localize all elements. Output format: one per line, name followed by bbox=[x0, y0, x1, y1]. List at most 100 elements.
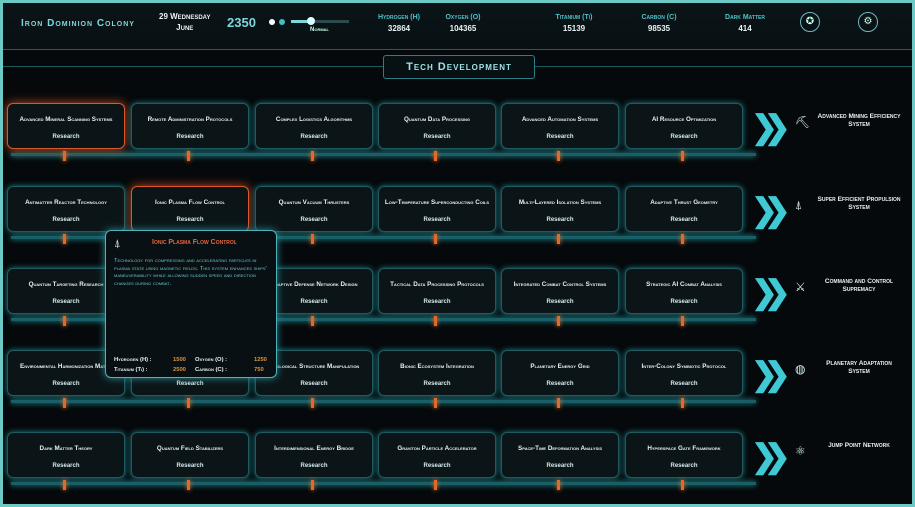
sword-icon: ⚔ bbox=[795, 280, 806, 294]
tech-card[interactable]: Hyperspace Gate Framework Research bbox=[625, 432, 743, 478]
research-button[interactable]: Research bbox=[530, 132, 590, 142]
tech-card[interactable]: Advanced Mineral Scanning Systems Researc… bbox=[7, 103, 125, 149]
goal-name: Super Efficient Propulsion System bbox=[817, 196, 901, 211]
tech-name: Bionic Ecosystem Integration bbox=[400, 363, 474, 370]
tech-card[interactable]: Strategic AI Combat Analysis Research bbox=[625, 268, 743, 314]
tech-name: Strategic AI Combat Analysis bbox=[646, 281, 722, 288]
research-button[interactable]: Research bbox=[160, 132, 220, 142]
research-button[interactable]: Research bbox=[407, 461, 467, 471]
resource-carbon: Carbon (C) 98535 bbox=[619, 14, 699, 33]
play-toggle[interactable] bbox=[279, 19, 285, 25]
tech-name: Adaptive Thrust Geometry bbox=[650, 199, 718, 206]
progress-marker bbox=[557, 234, 560, 244]
tech-name: Complex Logistics Algorithms bbox=[275, 116, 353, 123]
research-button[interactable]: Research bbox=[36, 215, 96, 225]
research-button[interactable]: Research bbox=[654, 379, 714, 389]
tech-name: Quantum Field Stabilizers bbox=[156, 445, 224, 452]
research-button[interactable]: Research bbox=[407, 379, 467, 389]
tech-card[interactable]: Planetary Energy Grid Research bbox=[501, 350, 619, 396]
tech-card[interactable]: Interdimensional Energy Bridge Research bbox=[255, 432, 373, 478]
date-month: June bbox=[176, 23, 194, 32]
research-button[interactable]: Research bbox=[36, 297, 96, 307]
settings-gear-icon[interactable]: ⚙ bbox=[858, 12, 878, 32]
tech-card[interactable]: Ionic Plasma Flow Control Research bbox=[131, 186, 249, 232]
tech-card[interactable]: Tactical Data Processing Protocols Resear… bbox=[378, 268, 496, 314]
speed-slider-knob[interactable] bbox=[307, 17, 316, 25]
research-button[interactable]: Research bbox=[407, 132, 467, 142]
cost-label-titanium: Titanium (Ti) : bbox=[114, 367, 148, 373]
page-title: Tech Development bbox=[406, 61, 512, 73]
tech-card[interactable]: Space-Time Deformation Analysis Research bbox=[501, 432, 619, 478]
research-button[interactable]: Research bbox=[530, 461, 590, 471]
research-button[interactable]: Research bbox=[654, 297, 714, 307]
research-button[interactable]: Research bbox=[160, 379, 220, 389]
tech-card[interactable]: Multi-Layered Isolation Systems Research bbox=[501, 186, 619, 232]
tech-card[interactable]: Graviton Particle Accelerator Research bbox=[378, 432, 496, 478]
tech-name: Antimatter Reactor Technology bbox=[25, 199, 107, 206]
research-button[interactable]: Research bbox=[36, 132, 96, 142]
tech-name: Multi-Layered Isolation Systems bbox=[518, 199, 602, 206]
tech-name: Planetary Energy Grid bbox=[530, 363, 590, 370]
tech-card[interactable]: Adaptive Thrust Geometry Research bbox=[625, 186, 743, 232]
row-connector bbox=[11, 153, 756, 156]
research-button[interactable]: Research bbox=[284, 461, 344, 471]
research-button[interactable]: Research bbox=[407, 215, 467, 225]
tech-card[interactable]: Advanced Automation Systems Research bbox=[501, 103, 619, 149]
research-button[interactable]: Research bbox=[36, 379, 96, 389]
progress-marker bbox=[434, 316, 437, 326]
research-button[interactable]: Research bbox=[160, 461, 220, 471]
tech-name: Ionic Plasma Flow Control bbox=[154, 199, 226, 206]
tech-card[interactable]: Bionic Ecosystem Integration Research bbox=[378, 350, 496, 396]
game-window: Iron Dominion Colony 29 Wednesday June 2… bbox=[0, 0, 915, 507]
tech-card[interactable]: AI Resource Optimization Research bbox=[625, 103, 743, 149]
tech-name: Dark Matter Theory bbox=[39, 445, 93, 452]
emblem-icon[interactable]: ✪ bbox=[800, 12, 820, 32]
research-button[interactable]: Research bbox=[530, 379, 590, 389]
progress-marker bbox=[311, 234, 314, 244]
cost-value-oxygen: 1250 bbox=[254, 357, 267, 363]
research-button[interactable]: Research bbox=[530, 297, 590, 307]
research-button[interactable]: Research bbox=[654, 461, 714, 471]
progress-marker bbox=[187, 398, 190, 408]
research-button[interactable]: Research bbox=[654, 215, 714, 225]
tech-card[interactable]: Complex Logistics Algorithms Research bbox=[255, 103, 373, 149]
tech-card[interactable]: Remote Administration Protocols Research bbox=[131, 103, 249, 149]
progress-marker bbox=[311, 398, 314, 408]
progress-marker bbox=[311, 316, 314, 326]
progress-marker bbox=[63, 151, 66, 161]
progress-marker bbox=[557, 151, 560, 161]
goal-name: Jump Point Network bbox=[828, 442, 890, 449]
progress-marker bbox=[434, 234, 437, 244]
tech-name: AI Resource Optimization bbox=[651, 116, 717, 123]
tech-card[interactable]: Dark Matter Theory Research bbox=[7, 432, 125, 478]
tech-card[interactable]: Low-Temperature Superconducting Coils Res… bbox=[378, 186, 496, 232]
research-button[interactable]: Research bbox=[530, 215, 590, 225]
tech-card[interactable]: Quantum Field Stabilizers Research bbox=[131, 432, 249, 478]
tech-card[interactable]: Antimatter Reactor Technology Research bbox=[7, 186, 125, 232]
research-button[interactable]: Research bbox=[36, 461, 96, 471]
research-button[interactable]: Research bbox=[284, 132, 344, 142]
tech-name: Integrated Combat Control Systems bbox=[513, 281, 607, 288]
colony-name: Iron Dominion Colony bbox=[21, 18, 135, 29]
pause-toggle[interactable] bbox=[269, 19, 275, 25]
speed-slider[interactable] bbox=[291, 20, 349, 23]
research-button[interactable]: Research bbox=[284, 379, 344, 389]
research-button[interactable]: Research bbox=[407, 297, 467, 307]
chevron-right-icon: ❯❯ bbox=[751, 192, 790, 228]
cost-label-carbon: Carbon (C) : bbox=[195, 367, 228, 373]
title-bar: Tech Development bbox=[3, 55, 912, 79]
research-button[interactable]: Research bbox=[284, 215, 344, 225]
tech-card[interactable]: Quantum Data Processing Research bbox=[378, 103, 496, 149]
research-button[interactable]: Research bbox=[284, 297, 344, 307]
progress-marker bbox=[311, 151, 314, 161]
resource-value: 15139 bbox=[562, 24, 586, 33]
tech-card[interactable]: Integrated Combat Control Systems Researc… bbox=[501, 268, 619, 314]
chevron-right-icon: ❯❯ bbox=[751, 438, 790, 474]
tech-card[interactable]: Inter-Colony Symbiotic Protocol Research bbox=[625, 350, 743, 396]
research-button[interactable]: Research bbox=[654, 132, 714, 142]
row-connector bbox=[11, 400, 756, 403]
progress-marker bbox=[557, 398, 560, 408]
research-button[interactable]: Research bbox=[160, 215, 220, 225]
tech-card[interactable]: Quantum Vacuum Thrusters Research bbox=[255, 186, 373, 232]
tech-row: Advanced Mineral Scanning Systems Researc… bbox=[3, 103, 912, 183]
